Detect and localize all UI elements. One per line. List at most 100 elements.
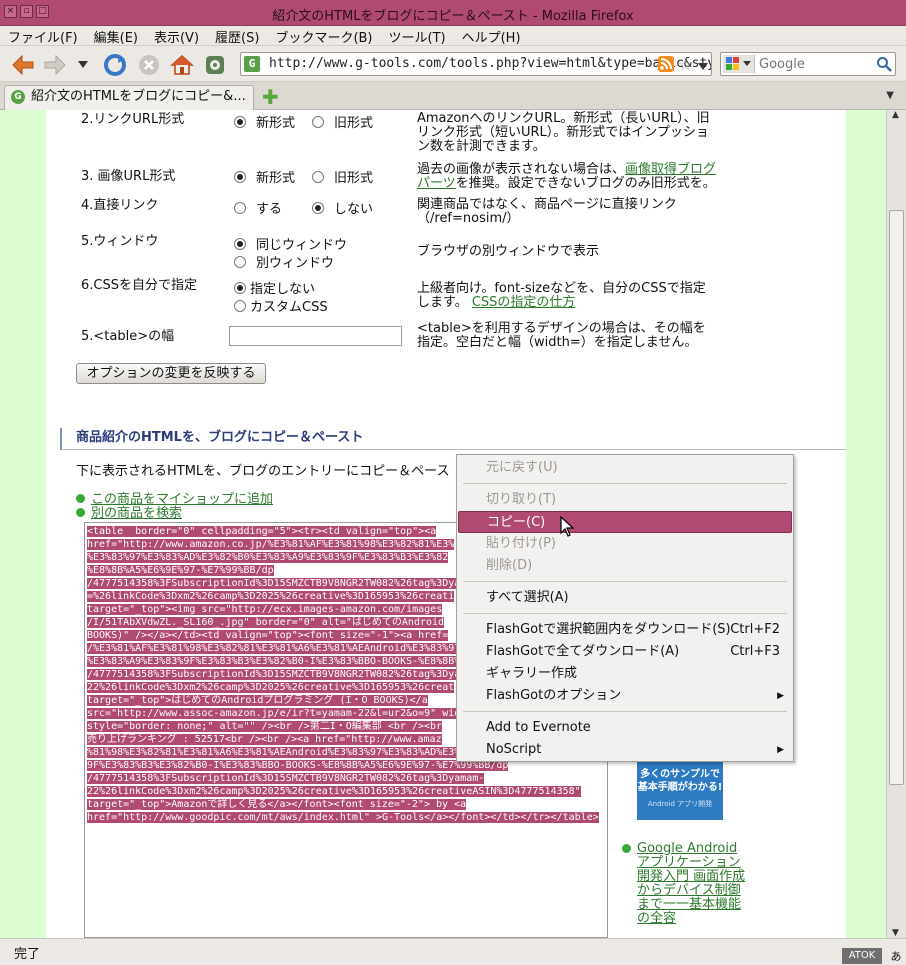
menu-separator <box>463 581 787 582</box>
radio-label: 指定しない <box>250 282 316 297</box>
radio-option[interactable]: 新形式 <box>234 116 295 131</box>
intro-text: 下に表示されるHTMLを、ブログのエントリーにコピー＆ペース <box>76 464 450 479</box>
radio-button[interactable] <box>234 238 246 250</box>
search-go-icon[interactable] <box>876 56 892 76</box>
submenu-arrow-icon: ▶ <box>777 745 784 755</box>
code-line: 22%26linkCode%3Dxm2%26camp%3D2025%26crea… <box>87 682 455 693</box>
home-icon[interactable] <box>169 52 195 78</box>
ime-mode[interactable]: あ <box>886 948 906 964</box>
code-line: %E8%8B%A5%E6%9E%97-%E7%99%BB/dp <box>87 565 274 576</box>
tab-current[interactable]: G 紹介文のHTMLをブログにコピー&... <box>4 85 254 110</box>
url-text: http://www.g-tools.com/tools.php?view=ht… <box>269 56 712 71</box>
radio-button[interactable] <box>312 202 324 214</box>
search-input[interactable] <box>759 55 874 73</box>
radio-button[interactable] <box>234 202 246 214</box>
reload-icon[interactable] <box>102 52 128 78</box>
ctx-label: FlashGotで選択範囲内をダウンロード(S) <box>486 622 731 637</box>
radio-option[interactable]: しない <box>312 202 373 217</box>
scroll-up-icon[interactable]: ▲ <box>892 110 899 120</box>
code-line: /4777514358%3FSubscriptionId%3D15SMZCTB9… <box>87 669 461 680</box>
bullet-icon <box>622 844 631 853</box>
ctx-delete[interactable]: 削除(D) <box>458 555 792 577</box>
code-line: <table border="0" cellpadding="5"><tr><t… <box>87 526 437 537</box>
ime-indicator[interactable]: ATOK <box>842 948 882 964</box>
tab-favicon-icon: G <box>11 90 25 104</box>
ctx-undo[interactable]: 元に戻す(U) <box>458 457 792 479</box>
radio-option[interactable]: 別ウィンドウ <box>234 256 334 271</box>
option-description: 上級者向け。font-sizeなどを、自分のCSSで指定します。 CSSの指定の… <box>417 282 717 310</box>
desc-text: を推奨。設定できないブログのみ旧形式を。 <box>455 176 716 191</box>
search-box[interactable] <box>720 52 896 76</box>
ctx-flashgot-selection[interactable]: FlashGotで選択範囲内をダウンロード(S) Ctrl+F2 <box>458 619 792 641</box>
option-label: 4.直接リンク <box>81 198 159 213</box>
menu-tools[interactable]: ツール(T) <box>381 26 454 46</box>
css-howto-link[interactable]: CSSの指定の仕方 <box>472 295 576 310</box>
code-line: target="_top">はじめてのAndroidプログラミング (I・O B… <box>87 695 428 706</box>
radio-option[interactable]: 指定しない <box>234 282 315 297</box>
forward-icon[interactable] <box>42 52 68 78</box>
ctx-add-to-evernote[interactable]: Add to Evernote <box>458 717 792 739</box>
radio-option[interactable]: 同じウィンドウ <box>234 238 347 253</box>
menu-file[interactable]: ファイル(F) <box>0 26 86 46</box>
search-other-item: 別の商品を検索 <box>76 502 182 521</box>
menu-help[interactable]: ヘルプ(H) <box>454 26 529 46</box>
bullet-icon <box>76 508 85 517</box>
ctx-select-all[interactable]: すべて選択(A) <box>458 587 792 609</box>
ctx-copy[interactable]: コピー(C) <box>458 511 792 533</box>
ctx-noscript[interactable]: NoScript ▶ <box>458 739 792 761</box>
code-line: target="_top"><img src="http://ecx.image… <box>87 604 443 615</box>
code-line: =%26linkCode%3Dxm2%26camp%3D2025%26creat… <box>87 591 455 602</box>
bookmark-star-icon[interactable]: ☆ <box>678 55 692 74</box>
radio-button[interactable] <box>234 282 246 294</box>
ctx-gallery[interactable]: ギャラリー作成 <box>458 663 792 685</box>
menu-edit[interactable]: 編集(E) <box>86 26 146 46</box>
radio-label: 旧形式 <box>334 116 374 131</box>
radio-button[interactable] <box>234 171 246 183</box>
code-line: /4777514358%3FSubscriptionId%3D15SMZCTB9… <box>87 578 461 589</box>
ctx-paste[interactable]: 貼り付け(P) <box>458 533 792 555</box>
radio-button[interactable] <box>234 300 246 312</box>
radio-option[interactable]: 新形式 <box>234 171 295 186</box>
page-scrollbar[interactable]: ▲ ▼ <box>886 110 906 938</box>
menu-bookmarks[interactable]: ブックマーク(B) <box>267 26 380 46</box>
history-dropdown-icon[interactable] <box>74 52 92 78</box>
menu-history[interactable]: 履歴(S) <box>207 26 267 46</box>
radio-option[interactable]: する <box>234 202 282 217</box>
table-width-input[interactable] <box>229 326 402 346</box>
code-line: /%E3%81%AF%E3%81%98%E3%82%81%E3%81%A6%E3… <box>87 643 461 654</box>
scroll-down-icon[interactable]: ▼ <box>892 928 899 938</box>
radio-option[interactable]: 旧形式 <box>312 171 373 186</box>
radio-button[interactable] <box>234 256 246 268</box>
submenu-arrow-icon: ▶ <box>777 691 784 701</box>
ctx-accel: Ctrl+F3 <box>730 644 780 659</box>
ctx-flashgot-options[interactable]: FlashGotのオプション ▶ <box>458 685 792 707</box>
scrollbar-thumb[interactable] <box>889 210 904 785</box>
code-line: href="http://www.goodpic.com/mt/aws/inde… <box>87 812 599 823</box>
rss-feed-icon[interactable] <box>658 56 674 76</box>
apply-options-button[interactable]: オプションの変更を反映する <box>76 363 266 384</box>
stop-icon[interactable] <box>136 52 162 78</box>
url-dropdown-icon[interactable] <box>698 60 708 75</box>
radio-option[interactable]: 旧形式 <box>312 116 373 131</box>
ctx-flashgot-all[interactable]: FlashGotで全てダウンロード(A) Ctrl+F3 <box>458 641 792 663</box>
radio-button[interactable] <box>312 171 324 183</box>
section-heading: 商品紹介のHTMLを、ブログにコピー＆ペースト <box>60 428 846 450</box>
context-menu: 元に戻す(U) 切り取り(T) コピー(C) 貼り付け(P) 削除(D) すべて… <box>456 454 794 762</box>
book-cover-image[interactable]: 多くのサンプルで 基本手順がわかる! Android アプリ開発 <box>637 762 723 820</box>
new-tab-icon[interactable]: ✚ <box>262 87 280 107</box>
ctx-label: FlashGotで全てダウンロード(A) <box>486 644 680 659</box>
tab-list-dropdown-icon[interactable]: ▼ <box>886 90 894 101</box>
ctx-cut[interactable]: 切り取り(T) <box>458 489 792 511</box>
menu-view[interactable]: 表示(V) <box>146 26 207 46</box>
search-other-product-link[interactable]: 別の商品を検索 <box>91 506 182 521</box>
option-label: 3. 画像URL形式 <box>81 169 176 184</box>
search-engine-icon[interactable] <box>723 55 755 73</box>
option-description: AmazonへのリンクURL。新形式（長いURL）、旧リンク形式（短いURL）。… <box>417 111 710 154</box>
radio-button[interactable] <box>312 116 324 128</box>
evernote-icon[interactable] <box>202 52 228 78</box>
radio-option[interactable]: カスタムCSS <box>234 300 328 315</box>
url-bar[interactable]: G http://www.g-tools.com/tools.php?view=… <box>240 52 712 76</box>
related-book-link[interactable]: Google Android アプリケーション開発入門 画面作成からデバイス制御… <box>637 842 752 926</box>
back-icon[interactable] <box>10 52 36 78</box>
radio-button[interactable] <box>234 116 246 128</box>
